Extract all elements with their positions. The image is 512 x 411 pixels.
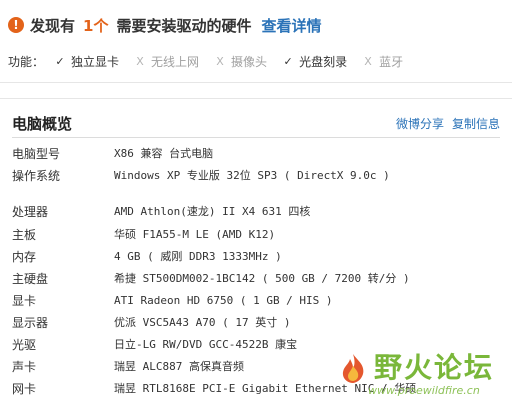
spec-key: 网卡 (12, 381, 37, 396)
overview-header: 电脑概览 微博分享 复制信息 (12, 112, 500, 134)
check-icon: ✓ (55, 54, 65, 68)
spec-row: 显卡 ATI Radeon HD 6750 ( 1 GB / HIS ) (12, 289, 333, 311)
alert-prefix: 发现有 (30, 16, 76, 35)
feature-label: 光盘刻录 (299, 54, 348, 69)
forum-watermark: 野火论坛 www.proewildfire.cn (338, 346, 512, 406)
warning-icon: ! (8, 17, 24, 33)
spec-value: 瑞昱 ALC887 高保真音频 (114, 360, 244, 373)
spec-row: 处理器 AMD Athlon(速龙) II X4 631 四核 (12, 200, 310, 222)
feature-wireless: X 无线上网 (134, 53, 199, 70)
check-icon: ✓ (283, 54, 293, 68)
spec-key: 显卡 (12, 293, 37, 308)
flame-logo-icon (342, 354, 364, 383)
spec-row: 主板 华硕 F1A55-M LE (AMD K12) (12, 223, 275, 245)
watermark-url: www.proewildfire.cn (368, 384, 480, 397)
spec-key: 操作系统 (12, 168, 61, 183)
feature-label: 摄像头 (231, 54, 268, 69)
driver-alert: ! 发现有 1个 需要安装驱动的硬件 查看详情 (8, 12, 508, 38)
spec-value: Windows XP 专业版 32位 SP3 ( DirectX 9.0c ) (114, 169, 390, 182)
spec-row: 操作系统 Windows XP 专业版 32位 SP3 ( DirectX 9.… (12, 164, 390, 186)
spec-key: 主板 (12, 227, 37, 242)
cross-icon: X (216, 54, 224, 68)
watermark-title: 野火论坛 (374, 351, 495, 384)
header-divider (12, 137, 500, 138)
cross-icon: X (136, 54, 144, 68)
panel-actions: 微博分享 复制信息 (396, 115, 500, 132)
spec-row: 内存 4 GB ( 威刚 DDR3 1333MHz ) (12, 245, 282, 267)
spec-row: 显示器 优派 VSC5A43 A70 ( 17 英寸 ) (12, 311, 290, 333)
feature-label: 无线上网 (151, 54, 200, 69)
spec-key: 电脑型号 (12, 146, 61, 161)
spec-value: 希捷 ST500DM002-1BC142 ( 500 GB / 7200 转/分… (114, 272, 410, 285)
divider (0, 82, 512, 83)
spec-key: 声卡 (12, 359, 37, 374)
spec-key: 主硬盘 (12, 271, 49, 286)
alert-count: 1个 (83, 16, 109, 35)
cross-icon: X (364, 54, 372, 68)
weibo-share-link[interactable]: 微博分享 (396, 115, 444, 132)
feature-discrete-gpu: ✓ 独立显卡 (54, 53, 119, 70)
feature-camera: X 摄像头 (214, 53, 267, 70)
panel-title: 电脑概览 (12, 114, 73, 133)
features-label: 功能： (8, 54, 45, 69)
spec-row: 声卡 瑞昱 ALC887 高保真音频 (12, 355, 244, 377)
spec-value: 4 GB ( 威刚 DDR3 1333MHz ) (114, 250, 282, 263)
spec-key: 显示器 (12, 315, 49, 330)
alert-message: 需要安装驱动的硬件 (116, 16, 252, 35)
spec-value: ATI Radeon HD 6750 ( 1 GB / HIS ) (114, 293, 333, 307)
feature-list: 功能： ✓ 独立显卡 X 无线上网 X 摄像头 ✓ 光盘刻录 X 蓝牙 (8, 52, 508, 70)
feature-label: 蓝牙 (379, 54, 404, 69)
feature-bluetooth: X 蓝牙 (362, 53, 403, 70)
spec-value: AMD Athlon(速龙) II X4 631 四核 (114, 205, 311, 218)
spec-row: 主硬盘 希捷 ST500DM002-1BC142 ( 500 GB / 7200… (12, 267, 410, 289)
spec-row: 光驱 日立-LG RW/DVD GCC-4522B 康宝 (12, 333, 297, 355)
copy-info-link[interactable]: 复制信息 (452, 115, 500, 132)
spec-key: 内存 (12, 249, 37, 264)
spec-value: 华硕 F1A55-M LE (AMD K12) (114, 228, 276, 241)
view-details-link[interactable]: 查看详情 (261, 15, 321, 36)
spec-value: X86 兼容 台式电脑 (114, 147, 214, 160)
spec-key: 处理器 (12, 204, 49, 219)
divider (0, 98, 512, 99)
spec-value: 日立-LG RW/DVD GCC-4522B 康宝 (114, 338, 298, 351)
feature-label: 独立显卡 (71, 54, 120, 69)
spec-key: 光驱 (12, 337, 37, 352)
spec-row: 电脑型号 X86 兼容 台式电脑 (12, 142, 213, 164)
spec-value: 优派 VSC5A43 A70 ( 17 英寸 ) (114, 316, 291, 329)
feature-disc-burning: ✓ 光盘刻录 (282, 53, 347, 70)
